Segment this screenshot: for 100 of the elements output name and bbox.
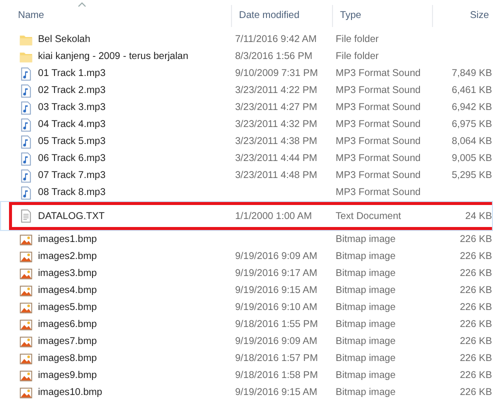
audio-file-icon — [19, 152, 33, 166]
file-name: images4.bmp — [38, 285, 97, 296]
file-row[interactable]: images10.bmp 9/19/2016 9:15 AM Bitmap image 226 KB — [0, 384, 493, 401]
audio-file-icon — [19, 84, 33, 98]
audio-file-icon — [19, 118, 33, 132]
date-modified: 9/19/2016 9:15 AM — [235, 387, 318, 398]
file-name: 01 Track 1.mp3 — [38, 68, 106, 79]
file-row[interactable]: images9.bmp 9/18/2016 1:58 PM Bitmap image 226 KB — [0, 367, 493, 384]
file-row[interactable]: 02 Track 2.mp3 3/23/2011 4:22 PM MP3 Format Sound 6,461 KB — [0, 82, 493, 99]
file-type: Bitmap image — [336, 387, 396, 398]
image-file-icon — [19, 318, 33, 332]
file-size: 226 KB — [460, 234, 492, 245]
file-type: Bitmap image — [336, 302, 396, 313]
file-name: 02 Track 2.mp3 — [38, 85, 106, 96]
folder-icon — [19, 32, 33, 46]
image-file-icon — [19, 250, 33, 264]
file-name: kiai kanjeng - 2009 - terus berjalan — [38, 51, 188, 62]
date-modified: 3/23/2011 4:27 PM — [235, 102, 318, 113]
column-header[interactable]: Size — [466, 10, 493, 21]
date-modified: 3/23/2011 4:38 PM — [235, 136, 318, 147]
image-file-icon — [19, 352, 33, 366]
file-row[interactable]: images3.bmp 9/19/2016 9:17 AM Bitmap image 226 KB — [0, 265, 493, 282]
file-row[interactable]: 03 Track 3.mp3 3/23/2011 4:27 PM MP3 Format Sound 6,942 KB — [0, 99, 493, 116]
file-name: DATALOG.TXT — [38, 210, 105, 222]
file-name: 04 Track 4.mp3 — [38, 119, 106, 130]
file-name: 03 Track 3.mp3 — [38, 102, 106, 113]
file-row[interactable]: 05 Track 5.mp3 3/23/2011 4:38 PM MP3 Format Sound 8,064 KB — [0, 133, 493, 150]
file-size: 226 KB — [460, 370, 492, 381]
file-type: Text Document — [336, 210, 401, 222]
audio-file-icon — [19, 66, 33, 80]
file-name: 05 Track 5.mp3 — [38, 136, 106, 147]
file-size: 226 KB — [460, 353, 492, 364]
file-size: 9,005 KB — [452, 153, 492, 164]
image-file-icon — [19, 368, 33, 382]
file-size: 226 KB — [460, 302, 492, 313]
file-row[interactable]: images5.bmp 9/19/2016 9:10 AM Bitmap image 226 KB — [0, 299, 493, 316]
date-modified: 3/23/2011 4:32 PM — [235, 119, 318, 130]
date-modified: 9/19/2016 9:09 AM — [235, 251, 318, 262]
file-size: 226 KB — [460, 319, 492, 330]
file-row[interactable]: 07 Track 7.mp3 3/23/2011 4:48 PM MP3 Format Sound 5,295 KB — [0, 167, 493, 184]
file-type: Bitmap image — [336, 268, 396, 279]
file-size: 6,942 KB — [452, 102, 492, 113]
file-row[interactable]: 04 Track 4.mp3 3/23/2011 4:32 PM MP3 Format Sound 6,975 KB — [0, 116, 493, 133]
column-header[interactable]: Name — [14, 10, 48, 21]
date-modified: 9/18/2016 1:58 PM — [235, 370, 318, 381]
date-modified: 9/19/2016 9:17 AM — [235, 268, 318, 279]
file-row[interactable]: images7.bmp 9/19/2016 9:09 AM Bitmap image 226 KB — [0, 333, 493, 350]
audio-file-icon — [19, 186, 33, 200]
file-size: 24 KB — [465, 210, 492, 222]
file-name: Bel Sekolah — [38, 34, 90, 45]
date-modified: 9/19/2016 9:15 AM — [235, 285, 318, 296]
file-name: images3.bmp — [38, 268, 97, 279]
file-size: 226 KB — [460, 336, 492, 347]
file-size: 7,849 KB — [452, 68, 492, 79]
file-row[interactable]: images8.bmp 9/18/2016 1:57 PM Bitmap image 226 KB — [0, 350, 493, 367]
file-type: MP3 Format Sound — [336, 170, 421, 181]
image-file-icon — [19, 284, 33, 298]
image-file-icon — [19, 232, 33, 246]
file-row[interactable]: 06 Track 6.mp3 3/23/2011 4:44 PM MP3 Format Sound 9,005 KB — [0, 150, 493, 167]
date-modified: 8/3/2016 1:56 PM — [235, 51, 312, 62]
file-row[interactable]: images1.bmp Bitmap image 226 KB — [0, 231, 493, 248]
file-row[interactable]: 08 Track 8.mp3 MP3 Format Sound — [0, 184, 493, 201]
file-row[interactable]: images6.bmp 9/18/2016 1:55 PM Bitmap image 226 KB — [0, 316, 493, 333]
file-type: Bitmap image — [336, 285, 396, 296]
column-header[interactable]: Date modified — [235, 10, 304, 21]
date-modified: 9/10/2009 7:31 PM — [235, 68, 318, 79]
file-row[interactable]: kiai kanjeng - 2009 - terus berjalan 8/3/2016 1:56 PM File folder — [0, 48, 493, 65]
file-name: images7.bmp — [38, 336, 97, 347]
file-name: images6.bmp — [38, 319, 97, 330]
audio-file-icon — [19, 134, 33, 148]
text-file-icon — [19, 209, 33, 223]
folder-icon — [19, 50, 33, 64]
file-size: 226 KB — [460, 251, 492, 262]
date-modified: 3/23/2011 4:44 PM — [235, 153, 318, 164]
date-modified: 3/23/2011 4:22 PM — [235, 85, 318, 96]
file-type: MP3 Format Sound — [336, 85, 421, 96]
file-name: images5.bmp — [38, 302, 97, 313]
file-name: images8.bmp — [38, 353, 97, 364]
file-type: Bitmap image — [336, 353, 396, 364]
image-file-icon — [19, 266, 33, 280]
file-row[interactable]: 01 Track 1.mp3 9/10/2009 7:31 PM MP3 Format Sound 7,849 KB — [0, 65, 493, 82]
file-row[interactable]: DATALOG.TXT 1/1/2000 1:00 AM Text Document 24 KB — [0, 201, 493, 231]
file-size: 8,064 KB — [452, 136, 492, 147]
date-modified: 9/18/2016 1:55 PM — [235, 319, 318, 330]
file-row[interactable]: Bel Sekolah 7/11/2016 9:42 AM File folder — [0, 31, 493, 48]
image-file-icon — [19, 300, 33, 314]
date-modified: 9/19/2016 9:10 AM — [235, 302, 318, 313]
file-type: MP3 Format Sound — [336, 68, 421, 79]
column-header[interactable]: Type — [336, 10, 366, 21]
file-name: 07 Track 7.mp3 — [38, 170, 106, 181]
file-name: images2.bmp — [38, 251, 97, 262]
file-size: 5,295 KB — [452, 170, 492, 181]
file-type: MP3 Format Sound — [336, 102, 421, 113]
file-type: MP3 Format Sound — [336, 136, 421, 147]
file-row[interactable]: images4.bmp 9/19/2016 9:15 AM Bitmap image 226 KB — [0, 282, 493, 299]
file-type: Bitmap image — [336, 370, 396, 381]
file-row[interactable]: images2.bmp 9/19/2016 9:09 AM Bitmap image 226 KB — [0, 248, 493, 265]
file-type: MP3 Format Sound — [336, 153, 421, 164]
image-file-icon — [19, 386, 33, 400]
date-modified: 7/11/2016 9:42 AM — [235, 34, 317, 45]
